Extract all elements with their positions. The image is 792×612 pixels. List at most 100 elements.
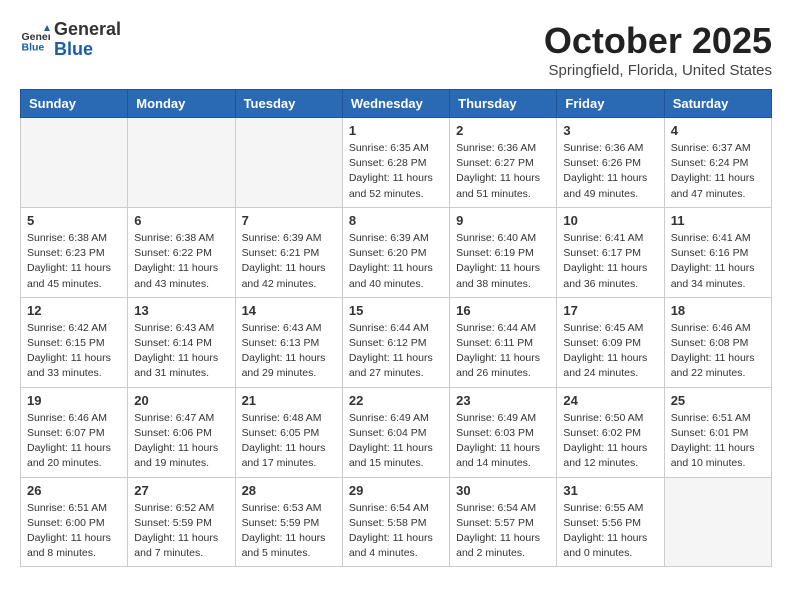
- calendar-cell: 16 Sunrise: 6:44 AM Sunset: 6:11 PM Dayli…: [450, 297, 557, 387]
- weekday-header-row: SundayMondayTuesdayWednesdayThursdayFrid…: [21, 90, 772, 118]
- day-number: 26: [27, 483, 121, 498]
- week-row-4: 19 Sunrise: 6:46 AM Sunset: 6:07 PM Dayli…: [21, 387, 772, 477]
- day-info: Sunrise: 6:39 AM Sunset: 6:21 PM Dayligh…: [242, 231, 336, 292]
- week-row-5: 26 Sunrise: 6:51 AM Sunset: 6:00 PM Dayli…: [21, 477, 772, 567]
- calendar-cell: 7Sunrise: 6:39 AM Sunset: 6:21 PM Daylig…: [235, 207, 342, 297]
- day-info: Sunrise: 6:44 AM Sunset: 6:11 PM Dayligh…: [456, 321, 550, 382]
- calendar-cell: 20Sunrise: 6:47 AM Sunset: 6:06 PM Dayli…: [128, 387, 235, 477]
- calendar-cell: 31 Sunrise: 6:55 AM Sunset: 5:56 PM Dayli…: [557, 477, 664, 567]
- calendar-cell: 5 Sunrise: 6:38 AM Sunset: 6:23 PM Daylig…: [21, 207, 128, 297]
- day-number: 13: [134, 303, 228, 318]
- calendar-cell: 19 Sunrise: 6:46 AM Sunset: 6:07 PM Dayli…: [21, 387, 128, 477]
- calendar-cell: 21Sunrise: 6:48 AM Sunset: 6:05 PM Dayli…: [235, 387, 342, 477]
- weekday-header-thursday: Thursday: [450, 90, 557, 118]
- logo: General Blue General Blue: [20, 20, 121, 60]
- day-info: Sunrise: 6:40 AM Sunset: 6:19 PM Dayligh…: [456, 231, 550, 292]
- day-info: Sunrise: 6:53 AM Sunset: 5:59 PM Dayligh…: [242, 501, 336, 562]
- calendar-cell: 2Sunrise: 6:36 AM Sunset: 6:27 PM Daylig…: [450, 118, 557, 208]
- day-info: Sunrise: 6:52 AM Sunset: 5:59 PM Dayligh…: [134, 501, 228, 562]
- day-number: 19: [27, 393, 121, 408]
- day-number: 24: [563, 393, 657, 408]
- day-number: 17: [563, 303, 657, 318]
- day-number: 4: [671, 123, 765, 138]
- logo-blue-text: Blue: [54, 40, 121, 60]
- day-info: Sunrise: 6:55 AM Sunset: 5:56 PM Dayligh…: [563, 501, 657, 562]
- day-number: 23: [456, 393, 550, 408]
- calendar-cell: 12 Sunrise: 6:42 AM Sunset: 6:15 PM Dayli…: [21, 297, 128, 387]
- calendar-table: SundayMondayTuesdayWednesdayThursdayFrid…: [20, 89, 772, 567]
- week-row-3: 12 Sunrise: 6:42 AM Sunset: 6:15 PM Dayli…: [21, 297, 772, 387]
- weekday-header-sunday: Sunday: [21, 90, 128, 118]
- calendar-cell: [235, 118, 342, 208]
- weekday-header-wednesday: Wednesday: [342, 90, 449, 118]
- day-info: Sunrise: 6:42 AM Sunset: 6:15 PM Dayligh…: [27, 321, 121, 382]
- day-number: 15: [349, 303, 443, 318]
- logo-text: General Blue: [54, 20, 121, 60]
- svg-text:Blue: Blue: [22, 41, 45, 53]
- day-number: 2: [456, 123, 550, 138]
- day-number: 20: [134, 393, 228, 408]
- calendar-cell: 25 Sunrise: 6:51 AM Sunset: 6:01 PM Dayli…: [664, 387, 771, 477]
- day-info: Sunrise: 6:51 AM Sunset: 6:01 PM Dayligh…: [671, 411, 765, 472]
- day-info: Sunrise: 6:43 AM Sunset: 6:13 PM Dayligh…: [242, 321, 336, 382]
- weekday-header-friday: Friday: [557, 90, 664, 118]
- day-number: 29: [349, 483, 443, 498]
- day-info: Sunrise: 6:39 AM Sunset: 6:20 PM Dayligh…: [349, 231, 443, 292]
- day-number: 1: [349, 123, 443, 138]
- day-number: 22: [349, 393, 443, 408]
- day-info: Sunrise: 6:37 AM Sunset: 6:24 PM Dayligh…: [671, 141, 765, 202]
- logo-general-text: General: [54, 20, 121, 40]
- day-number: 5: [27, 213, 121, 228]
- day-number: 28: [242, 483, 336, 498]
- day-number: 25: [671, 393, 765, 408]
- day-info: Sunrise: 6:45 AM Sunset: 6:09 PM Dayligh…: [563, 321, 657, 382]
- day-number: 12: [27, 303, 121, 318]
- weekday-header-saturday: Saturday: [664, 90, 771, 118]
- calendar-cell: 9Sunrise: 6:40 AM Sunset: 6:19 PM Daylig…: [450, 207, 557, 297]
- day-info: Sunrise: 6:50 AM Sunset: 6:02 PM Dayligh…: [563, 411, 657, 472]
- week-row-1: 1 Sunrise: 6:35 AM Sunset: 6:28 PM Daylig…: [21, 118, 772, 208]
- calendar-cell: 24 Sunrise: 6:50 AM Sunset: 6:02 PM Dayli…: [557, 387, 664, 477]
- calendar-cell: [128, 118, 235, 208]
- calendar-cell: 8 Sunrise: 6:39 AM Sunset: 6:20 PM Daylig…: [342, 207, 449, 297]
- calendar-cell: 10 Sunrise: 6:41 AM Sunset: 6:17 PM Dayli…: [557, 207, 664, 297]
- day-number: 11: [671, 213, 765, 228]
- day-info: Sunrise: 6:46 AM Sunset: 6:07 PM Dayligh…: [27, 411, 121, 472]
- day-info: Sunrise: 6:35 AM Sunset: 6:28 PM Dayligh…: [349, 141, 443, 202]
- day-info: Sunrise: 6:43 AM Sunset: 6:14 PM Dayligh…: [134, 321, 228, 382]
- day-info: Sunrise: 6:41 AM Sunset: 6:17 PM Dayligh…: [563, 231, 657, 292]
- calendar-cell: 1 Sunrise: 6:35 AM Sunset: 6:28 PM Daylig…: [342, 118, 449, 208]
- day-info: Sunrise: 6:46 AM Sunset: 6:08 PM Dayligh…: [671, 321, 765, 382]
- day-number: 16: [456, 303, 550, 318]
- day-number: 21: [242, 393, 336, 408]
- calendar-cell: 29Sunrise: 6:54 AM Sunset: 5:58 PM Dayli…: [342, 477, 449, 567]
- calendar-cell: 6 Sunrise: 6:38 AM Sunset: 6:22 PM Daylig…: [128, 207, 235, 297]
- calendar-cell: 28 Sunrise: 6:53 AM Sunset: 5:59 PM Dayli…: [235, 477, 342, 567]
- day-number: 30: [456, 483, 550, 498]
- day-info: Sunrise: 6:51 AM Sunset: 6:00 PM Dayligh…: [27, 501, 121, 562]
- calendar-cell: 18 Sunrise: 6:46 AM Sunset: 6:08 PM Dayli…: [664, 297, 771, 387]
- day-number: 31: [563, 483, 657, 498]
- weekday-header-tuesday: Tuesday: [235, 90, 342, 118]
- calendar-cell: 17 Sunrise: 6:45 AM Sunset: 6:09 PM Dayli…: [557, 297, 664, 387]
- calendar-cell: 22Sunrise: 6:49 AM Sunset: 6:04 PM Dayli…: [342, 387, 449, 477]
- day-number: 18: [671, 303, 765, 318]
- day-info: Sunrise: 6:36 AM Sunset: 6:26 PM Dayligh…: [563, 141, 657, 202]
- day-info: Sunrise: 6:38 AM Sunset: 6:22 PM Dayligh…: [134, 231, 228, 292]
- calendar-cell: 30 Sunrise: 6:54 AM Sunset: 5:57 PM Dayli…: [450, 477, 557, 567]
- day-number: 8: [349, 213, 443, 228]
- logo-icon: General Blue: [20, 25, 50, 55]
- day-info: Sunrise: 6:54 AM Sunset: 5:57 PM Dayligh…: [456, 501, 550, 562]
- day-number: 6: [134, 213, 228, 228]
- day-info: Sunrise: 6:38 AM Sunset: 6:23 PM Dayligh…: [27, 231, 121, 292]
- calendar-cell: 3Sunrise: 6:36 AM Sunset: 6:26 PM Daylig…: [557, 118, 664, 208]
- title-block: October 2025 Springfield, Florida, Unite…: [544, 20, 772, 79]
- day-number: 10: [563, 213, 657, 228]
- day-info: Sunrise: 6:49 AM Sunset: 6:03 PM Dayligh…: [456, 411, 550, 472]
- calendar-cell: 27Sunrise: 6:52 AM Sunset: 5:59 PM Dayli…: [128, 477, 235, 567]
- calendar-cell: 4 Sunrise: 6:37 AM Sunset: 6:24 PM Daylig…: [664, 118, 771, 208]
- calendar-cell: 26 Sunrise: 6:51 AM Sunset: 6:00 PM Dayli…: [21, 477, 128, 567]
- week-row-2: 5 Sunrise: 6:38 AM Sunset: 6:23 PM Daylig…: [21, 207, 772, 297]
- calendar-cell: 14Sunrise: 6:43 AM Sunset: 6:13 PM Dayli…: [235, 297, 342, 387]
- day-info: Sunrise: 6:44 AM Sunset: 6:12 PM Dayligh…: [349, 321, 443, 382]
